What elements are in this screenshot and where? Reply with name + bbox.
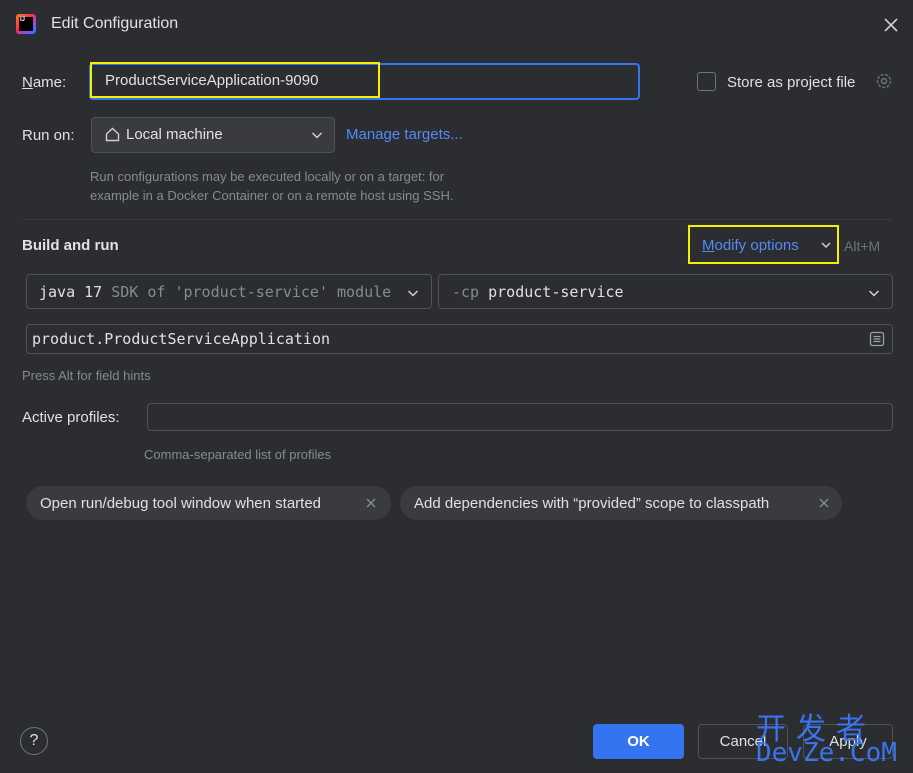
logo-text: IJ xyxy=(19,17,33,31)
name-label-rest: ame: xyxy=(32,74,67,91)
store-as-project-file-label[interactable]: Store as project file xyxy=(727,74,855,91)
run-on-hint-line-1: Run configurations may be executed local… xyxy=(90,169,445,184)
remove-option-icon[interactable] xyxy=(817,496,831,510)
option-chip-label: Add dependencies with “provided” scope t… xyxy=(414,495,770,512)
classpath-module-value: -cp product-service xyxy=(452,283,624,301)
manage-targets-link[interactable]: Manage targets... xyxy=(346,126,463,143)
active-profiles-hint: Comma-separated list of profiles xyxy=(144,447,332,462)
classpath-module-name: product-service xyxy=(488,283,624,301)
build-and-run-heading: Build and run xyxy=(22,237,119,254)
run-on-hint-line-2: example in a Docker Container or on a re… xyxy=(90,188,454,203)
run-on-label: Run on: xyxy=(22,127,75,144)
intellij-logo-icon: IJ xyxy=(16,14,36,34)
active-profiles-input[interactable] xyxy=(147,403,893,431)
chevron-down-icon xyxy=(868,290,880,297)
home-icon xyxy=(105,127,120,142)
main-class-value: product.ProductServiceApplication xyxy=(32,330,331,348)
modify-options-shortcut: Alt+M xyxy=(844,238,881,254)
option-chip-label: Open run/debug tool window when started xyxy=(40,495,322,512)
classpath-flag: -cp xyxy=(452,283,480,301)
watermark-bottom-text: DevZe.CoM xyxy=(756,738,897,768)
section-divider xyxy=(22,219,892,220)
jdk-version: java 17 xyxy=(39,283,103,301)
modify-options-annotation-highlight xyxy=(688,225,839,264)
field-hint-text: Press Alt for field hints xyxy=(22,368,151,383)
jdk-select-value: java 17 SDK of 'product-service' module xyxy=(39,283,391,301)
jdk-description: SDK of 'product-service' module xyxy=(111,283,392,301)
name-label: Name: xyxy=(22,74,66,91)
watermark: 开发者 DevZe.CoM xyxy=(756,704,908,770)
window-title: Edit Configuration xyxy=(51,15,179,32)
run-on-selected-value: Local machine xyxy=(126,126,223,143)
close-icon[interactable] xyxy=(880,14,902,36)
store-as-project-file-checkbox[interactable] xyxy=(697,72,716,91)
chevron-down-icon xyxy=(407,290,419,297)
chevron-down-icon xyxy=(311,132,323,139)
gear-icon[interactable] xyxy=(874,71,894,91)
remove-option-icon[interactable] xyxy=(364,496,378,510)
name-annotation-highlight xyxy=(90,62,380,98)
ok-button[interactable]: OK xyxy=(593,724,684,759)
active-profiles-label: Active profiles: xyxy=(22,409,120,426)
name-label-mnemonic: N xyxy=(22,74,33,91)
browse-list-icon[interactable] xyxy=(868,330,886,348)
help-button[interactable]: ? xyxy=(20,727,48,755)
